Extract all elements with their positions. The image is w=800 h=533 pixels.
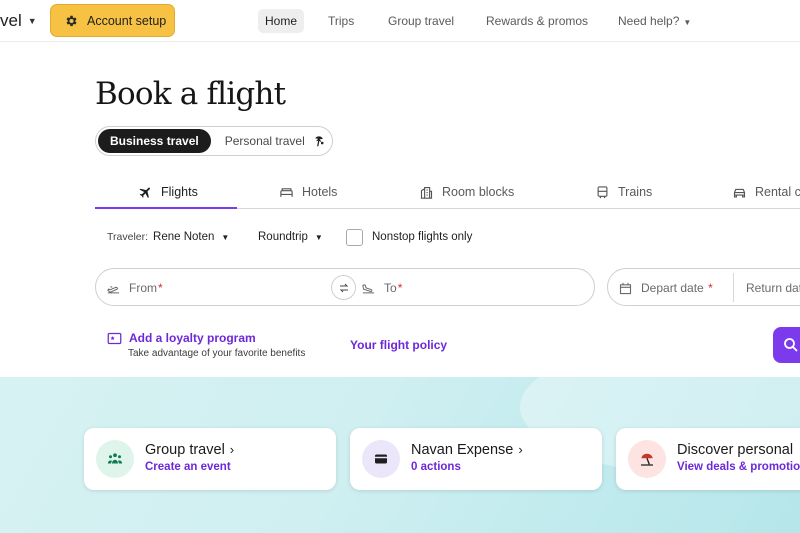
route-fields: From* To* <box>95 268 595 306</box>
active-tab-indicator <box>95 207 237 209</box>
group-icon <box>96 440 134 478</box>
traveler-value: Rene Noten <box>153 231 215 243</box>
loyalty-subtitle: Take advantage of your favorite benefits <box>128 348 306 359</box>
search-icon <box>784 338 798 352</box>
trip-type-select[interactable]: Roundtrip ▼ <box>258 226 323 248</box>
personal-travel-option[interactable]: Personal travel <box>211 129 336 153</box>
brand-name: vel <box>0 11 22 30</box>
trip-type-value: Roundtrip <box>258 231 308 243</box>
chevron-right-icon: › <box>518 442 523 457</box>
personal-travel-label: Personal travel <box>224 134 305 148</box>
to-field[interactable]: To* <box>361 269 402 307</box>
group-travel-card[interactable]: Group travel › Create an event <box>84 428 336 490</box>
discover-personal-card-title: Discover personal <box>677 442 794 458</box>
tab-hotels-label: Hotels <box>302 185 338 199</box>
tab-trains-label: Trains <box>618 185 653 199</box>
swap-icon <box>339 283 348 292</box>
date-fields: Depart date * Return dat <box>607 268 800 306</box>
from-placeholder: From* <box>129 281 163 295</box>
nav-trips[interactable]: Trips <box>328 9 354 33</box>
add-loyalty-program-label: Add a loyalty program <box>129 331 256 345</box>
tab-hotels[interactable]: Hotels <box>279 175 337 209</box>
tab-rental-cars-label: Rental ca <box>755 185 800 199</box>
view-deals-link[interactable]: View deals & promotio <box>677 461 800 473</box>
from-field[interactable]: From* <box>106 269 163 307</box>
nonstop-option[interactable]: Nonstop flights only <box>346 226 472 248</box>
tab-flights-label: Flights <box>161 185 198 199</box>
create-event-link[interactable]: Create an event <box>145 461 231 473</box>
car-icon <box>733 188 746 197</box>
loyalty-section: Add a loyalty program Take advantage of … <box>107 331 305 359</box>
depart-placeholder: Depart date * <box>641 281 713 295</box>
return-date-field[interactable]: Return dat <box>746 269 800 307</box>
nav-rewards-promos[interactable]: Rewards & promos <box>486 9 588 33</box>
buildings-icon <box>420 186 433 199</box>
swap-airports-button[interactable] <box>331 275 356 300</box>
tab-room-blocks[interactable]: Room blocks <box>419 175 514 209</box>
group-travel-card-title: Group travel › <box>145 442 235 458</box>
account-setup-label: Account setup <box>87 13 167 28</box>
calendar-icon <box>619 282 632 294</box>
booking-type-tabs: Flights Hotels Room blocks Trains Rental… <box>95 175 800 209</box>
gear-icon <box>66 15 77 26</box>
travel-type-toggle: Business travel Personal travel <box>95 126 333 156</box>
plane-icon <box>139 187 150 198</box>
nonstop-checkbox[interactable] <box>346 228 363 246</box>
navan-expense-card-title: Navan Expense › <box>411 442 523 458</box>
date-divider <box>733 273 734 302</box>
tab-rental-cars[interactable]: Rental ca <box>732 175 800 209</box>
bed-icon <box>280 187 293 197</box>
tab-flights[interactable]: Flights <box>138 175 198 209</box>
nav-need-help-label: Need help? <box>618 14 680 28</box>
landing-icon <box>362 283 375 293</box>
train-icon <box>597 185 608 198</box>
chevron-down-icon: ▼ <box>27 16 37 26</box>
loyalty-card-icon <box>107 332 122 344</box>
traveler-label: Traveler: <box>107 231 149 243</box>
flight-policy-link[interactable]: Your flight policy <box>350 338 447 352</box>
takeoff-icon <box>107 285 120 293</box>
search-button[interactable] <box>773 327 800 363</box>
nav-need-help[interactable]: Need help? ▼ <box>618 9 691 33</box>
business-travel-option[interactable]: Business travel <box>98 129 211 153</box>
depart-date-field[interactable]: Depart date * <box>618 269 713 307</box>
to-placeholder: To* <box>384 281 403 295</box>
top-navigation-bar: vel ▼ Account setup Home Trips Group tra… <box>0 0 800 42</box>
discover-personal-card[interactable]: Discover personal View deals & promotio <box>616 428 800 490</box>
tab-trains[interactable]: Trains <box>595 175 652 209</box>
chevron-down-icon: ▼ <box>683 18 692 27</box>
account-setup-button[interactable]: Account setup <box>50 4 175 37</box>
traveler-select[interactable]: Traveler: Rene Noten ▼ <box>107 226 229 248</box>
nav-group-travel[interactable]: Group travel <box>388 9 454 33</box>
palm-tree-icon <box>314 136 324 147</box>
chevron-right-icon: › <box>229 442 235 457</box>
nav-home[interactable]: Home <box>258 9 305 33</box>
beach-icon <box>628 440 666 478</box>
chevron-down-icon: ▼ <box>314 232 323 242</box>
tab-room-blocks-label: Room blocks <box>442 185 515 199</box>
add-loyalty-program-link[interactable]: Add a loyalty program <box>107 331 305 345</box>
nonstop-label: Nonstop flights only <box>372 231 473 243</box>
brand-menu[interactable]: vel ▼ <box>0 11 37 31</box>
navan-expense-card[interactable]: Navan Expense › 0 actions <box>350 428 602 490</box>
card-icon <box>362 440 400 478</box>
expense-actions-link[interactable]: 0 actions <box>411 461 461 473</box>
return-placeholder: Return dat <box>746 281 800 295</box>
page-title: Book a flight <box>95 76 286 112</box>
chevron-down-icon: ▼ <box>221 232 230 242</box>
